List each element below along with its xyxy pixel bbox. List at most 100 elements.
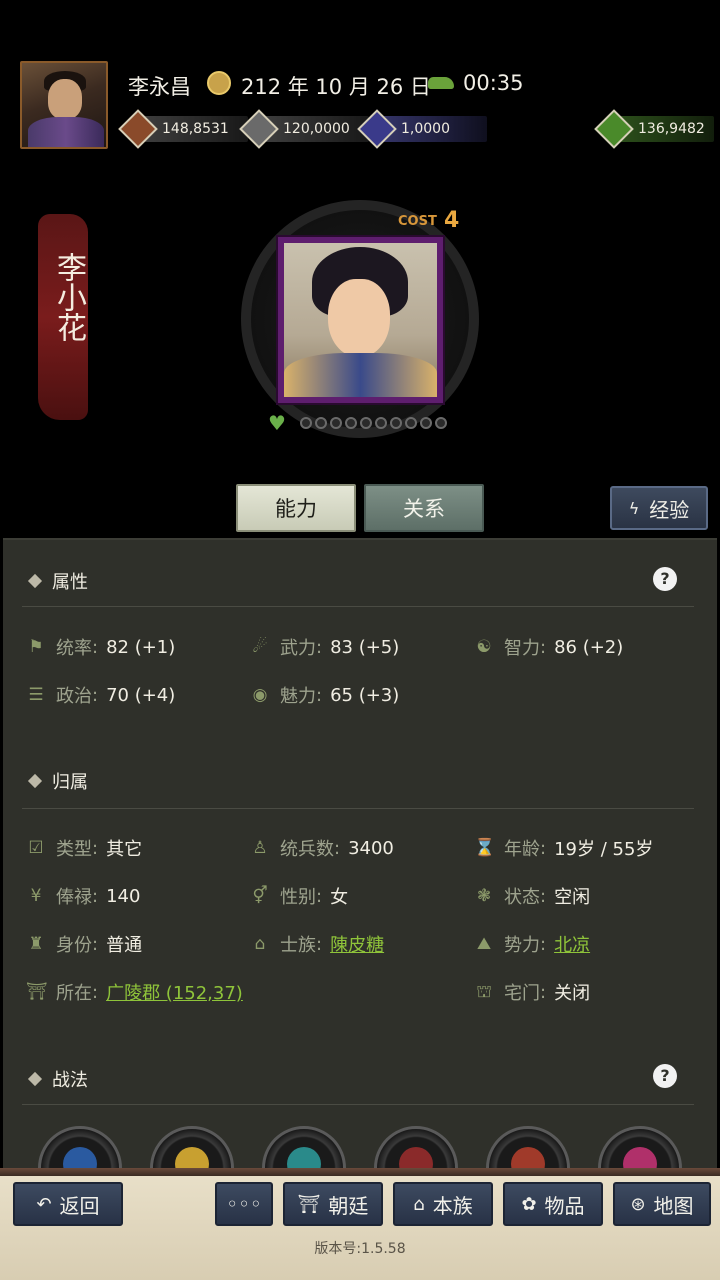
field-type: ☑ 类型: 其它 (26, 835, 142, 861)
divider (22, 808, 694, 809)
troops-value: 1,0000 (401, 121, 450, 137)
tab-relation[interactable]: 关系 (364, 484, 484, 532)
help-icon[interactable]: ? (653, 1064, 677, 1088)
location-link[interactable]: 广陵郡 (152,37) (106, 979, 243, 1005)
status-icon: ❃ (476, 886, 492, 906)
back-button[interactable]: ↶ 返回 (13, 1182, 123, 1226)
avatar-robe (28, 117, 104, 147)
person-icon: ♙ (252, 838, 268, 858)
section-title: 战法 (52, 1070, 88, 1091)
field-residence: ⛫ 宅门: 关闭 (474, 979, 590, 1005)
divider (22, 1104, 694, 1105)
items-button[interactable]: ✿ 物品 (503, 1182, 603, 1226)
more-button[interactable]: ◦◦◦ (215, 1182, 273, 1226)
game-date: 212 年 10 月 26 日 (241, 75, 431, 99)
back-arrow-icon: ↶ (36, 1193, 52, 1215)
calendar-icon (207, 71, 231, 95)
stat-value: 70 (+4) (106, 684, 176, 706)
stat-label: 魅力 (280, 686, 316, 707)
palace-icon: ⛩ (297, 1193, 321, 1215)
field-value: 关闭 (554, 983, 591, 1004)
section-tactics: 战法 (27, 1066, 88, 1092)
cost-value: 4 (444, 208, 460, 233)
field-value: 女 (330, 887, 349, 908)
field-gender: ⚥ 性别: 女 (250, 883, 348, 909)
eye-icon: ◉ (252, 685, 268, 705)
section-attributes: 属性 (27, 568, 88, 594)
resource-troops[interactable]: 1,0000 (357, 109, 487, 149)
tab-ability[interactable]: 能力 (236, 484, 356, 532)
stat-force: ☄ 武力: 83 (+5) (250, 634, 399, 660)
field-faction: ⛰ 势力: 北凉 (474, 931, 590, 957)
resource-money[interactable]: 148,8531 (118, 109, 248, 149)
faction-link[interactable]: 北凉 (554, 931, 590, 957)
portrait-robe (284, 353, 437, 397)
field-label: 类型 (56, 839, 92, 860)
resource-gold[interactable]: 136,9482 (594, 109, 714, 149)
portrait-face (328, 279, 390, 357)
items-icon: ✿ (521, 1193, 537, 1215)
player-name: 李永昌 (128, 75, 191, 99)
character-portrait[interactable] (278, 237, 443, 403)
court-button[interactable]: ⛩ 朝廷 (283, 1182, 383, 1226)
grain-value: 120,0000 (283, 121, 350, 137)
field-label: 年龄 (504, 839, 540, 860)
field-label: 士族 (280, 935, 316, 956)
clan-icon: ⌂ (254, 934, 266, 954)
help-icon[interactable]: ? (653, 567, 677, 591)
mountain-icon: ⛰ (476, 934, 492, 954)
field-label: 所在 (56, 983, 92, 1004)
stat-value: 65 (+3) (330, 684, 400, 706)
map-label: 地图 (653, 1193, 694, 1218)
stat-label: 武力 (280, 638, 316, 659)
checkbox-icon: ☑ (28, 838, 44, 858)
clan-link[interactable]: 陳皮糖 (330, 931, 384, 957)
field-location: ⛩ 所在: 广陵郡 (152,37) (26, 979, 243, 1005)
map-button[interactable]: ⊛ 地图 (613, 1182, 711, 1226)
horse-icon (428, 77, 454, 89)
character-name: 李小花 (51, 252, 86, 342)
diamond-icon (27, 1071, 43, 1087)
game-time: 00:35 (463, 71, 524, 95)
field-label: 宅门 (504, 983, 540, 1004)
dot (330, 417, 342, 429)
map-icon: ⊛ (630, 1193, 646, 1215)
diamond-icon (27, 573, 43, 589)
field-value: 3400 (348, 837, 394, 859)
clan-button[interactable]: ⌂ 本族 (393, 1182, 493, 1226)
field-age: ⌛ 年龄: 19岁 / 55岁 (474, 835, 653, 861)
resource-grain[interactable]: 120,0000 (239, 109, 369, 149)
gold-value: 136,9482 (638, 121, 705, 137)
section-title: 属性 (52, 572, 88, 593)
dot (405, 417, 417, 429)
scroll-icon: ☰ (28, 685, 44, 705)
field-label: 俸禄 (56, 887, 92, 908)
loyalty-dots (300, 417, 447, 429)
exp-button[interactable]: ϟ 经验 (610, 486, 708, 530)
bottom-strip (0, 1168, 720, 1176)
dot (435, 417, 447, 429)
stat-label: 智力 (504, 638, 540, 659)
avatar-face (48, 79, 82, 119)
stat-value: 82 (+1) (106, 636, 176, 658)
flag-icon: ⚑ (28, 637, 44, 657)
dot (390, 417, 402, 429)
stat-label: 统率 (56, 638, 92, 659)
field-value: 140 (106, 885, 141, 907)
field-label: 身份 (56, 935, 92, 956)
player-avatar[interactable] (20, 61, 108, 149)
stat-value: 83 (+5) (330, 636, 400, 658)
exp-label: 经验 (649, 497, 690, 522)
version-label: 版本号:1.5.58 (314, 1241, 406, 1257)
field-value: 空闲 (554, 887, 591, 908)
dot (315, 417, 327, 429)
arm-icon: ☄ (252, 637, 268, 657)
items-label: 物品 (544, 1193, 585, 1218)
yen-icon: ¥ (30, 886, 42, 906)
field-troops: ♙ 统兵数: 3400 (250, 835, 394, 861)
bust-icon: ♜ (28, 934, 44, 954)
stat-charm: ◉ 魅力: 65 (+3) (250, 682, 400, 708)
stat-command: ⚑ 统率: 82 (+1) (26, 634, 175, 660)
dot (300, 417, 312, 429)
stat-label: 政治 (56, 686, 92, 707)
